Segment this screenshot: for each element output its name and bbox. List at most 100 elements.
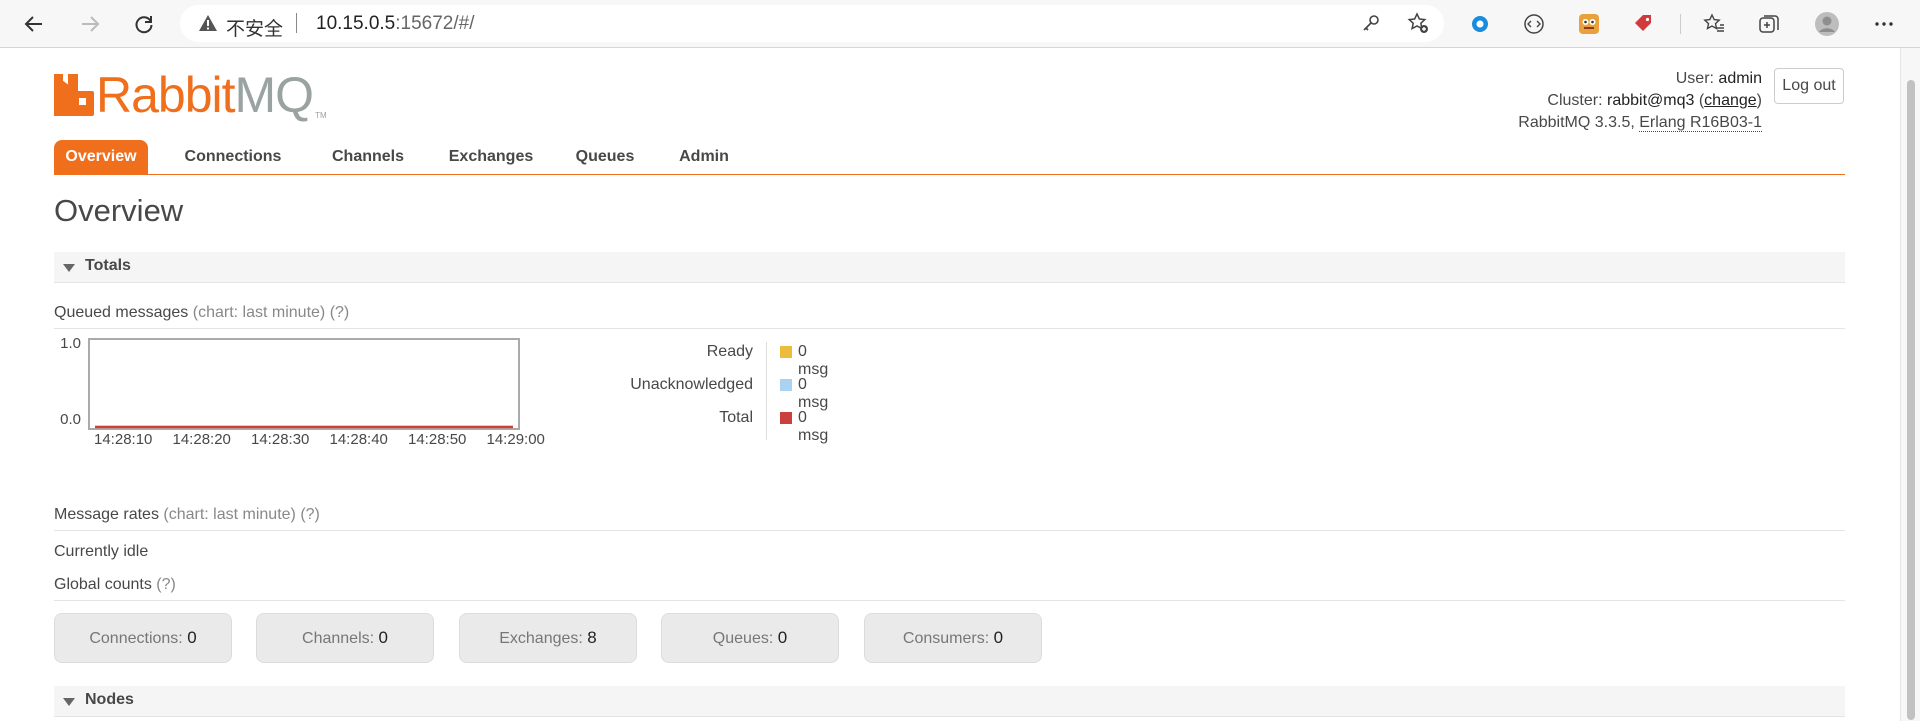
- tab-connections[interactable]: Connections: [174, 140, 292, 174]
- cluster-line: Cluster: rabbit@mq3 (change): [1547, 92, 1762, 109]
- tab-exchanges[interactable]: Exchanges: [444, 140, 538, 174]
- user-line: User: admin: [1518, 68, 1762, 90]
- tab-admin[interactable]: Admin: [672, 140, 736, 174]
- page-content: Rabbit MQ TM User: admin Cluster: rabbit@m…: [0, 48, 1900, 721]
- x-tick-label: 14:28:10: [94, 431, 152, 448]
- erlang-version: Erlang R16B03-1: [1639, 114, 1762, 132]
- logo-tm-text: TM: [315, 111, 327, 120]
- rabbitmq-logo-mark-icon: [54, 74, 94, 116]
- queued-help-link[interactable]: (?): [330, 304, 350, 321]
- back-button[interactable]: [18, 8, 50, 40]
- profile-button[interactable]: [1813, 10, 1841, 38]
- rates-help-link[interactable]: (?): [300, 506, 320, 523]
- collections-icon: [1759, 15, 1779, 33]
- totals-section-toggle[interactable]: Totals: [54, 252, 1845, 283]
- favorites-button[interactable]: [1700, 10, 1728, 38]
- count-exchanges-value: 8: [587, 628, 597, 647]
- tampermonkey-icon: [1579, 14, 1599, 34]
- password-key-button[interactable]: [1357, 9, 1385, 37]
- address-bar[interactable]: 不安全 10.15.0.5:15672/#/: [180, 5, 1444, 42]
- url-host: 10.15.0.5: [316, 13, 396, 34]
- logo-rabbit-text: Rabbit: [96, 67, 236, 123]
- extension-1-button[interactable]: [1466, 10, 1494, 38]
- cluster-change-link[interactable]: change: [1704, 92, 1757, 109]
- favorites-star-list-icon: [1703, 13, 1724, 32]
- totals-section-label: Totals: [85, 257, 131, 274]
- header-info: User: admin Cluster: rabbit@mq3 (change)…: [1518, 68, 1762, 134]
- global-counts-label: Global counts: [54, 576, 152, 593]
- global-counts-heading: Global counts (?): [54, 576, 1845, 601]
- legend-divider: [766, 342, 767, 440]
- tab-channels[interactable]: Channels: [324, 140, 412, 174]
- rabbitmq-logo: Rabbit MQ TM: [54, 70, 327, 120]
- chart-plot-area: [88, 338, 520, 430]
- extension-2-button[interactable]: [1520, 10, 1548, 38]
- back-arrow-icon: [24, 16, 42, 32]
- count-connections[interactable]: Connections: 0: [54, 613, 232, 663]
- message-rates-heading: Message rates (chart: last minute) (?): [54, 506, 1845, 531]
- security-label: 不安全: [226, 19, 284, 40]
- x-tick-label: 14:29:00: [487, 431, 545, 448]
- browser-toolbar: 不安全 10.15.0.5:15672/#/: [0, 0, 1920, 48]
- logout-button[interactable]: Log out: [1774, 68, 1844, 104]
- queued-messages-label: Queued messages: [54, 304, 189, 321]
- count-connections-label: Connections:: [89, 630, 183, 647]
- reload-button[interactable]: [128, 8, 160, 40]
- legend-swatch-unacknowledged: [780, 379, 792, 391]
- collections-button[interactable]: [1755, 10, 1783, 38]
- legend-label-total: Total: [719, 409, 753, 426]
- count-exchanges-label: Exchanges:: [499, 630, 583, 647]
- settings-more-button[interactable]: [1870, 10, 1898, 38]
- global-counts-help-link[interactable]: (?): [156, 576, 176, 593]
- address-separator: [296, 13, 297, 33]
- queued-chart-range-link[interactable]: (chart: last minute): [193, 304, 325, 321]
- legend-label-ready: Ready: [706, 343, 753, 360]
- queued-messages-heading: Queued messages (chart: last minute) (?): [54, 304, 1845, 329]
- count-exchanges[interactable]: Exchanges: 8: [459, 613, 637, 663]
- cluster-label: Cluster:: [1547, 92, 1603, 109]
- count-channels-value: 0: [378, 628, 388, 647]
- user-value: admin: [1718, 70, 1762, 87]
- more-dots-icon: [1875, 22, 1893, 26]
- scrollbar-thumb[interactable]: [1907, 80, 1915, 720]
- key-icon: [1363, 15, 1379, 31]
- count-channels[interactable]: Channels: 0: [256, 613, 434, 663]
- x-tick-label: 14:28:20: [173, 431, 231, 448]
- tab-queues[interactable]: Queues: [568, 140, 642, 174]
- count-queues-value: 0: [777, 628, 788, 647]
- star-add-icon: [1407, 12, 1428, 33]
- y-tick-bottom: 0.0: [60, 411, 81, 428]
- legend-value-total: 0 msg: [798, 409, 829, 444]
- count-consumers[interactable]: Consumers: 0: [864, 613, 1042, 663]
- count-connections-value: 0: [187, 628, 197, 647]
- add-favorite-button[interactable]: [1404, 9, 1432, 37]
- rates-chart-range-link[interactable]: (chart: last minute): [163, 506, 295, 523]
- extension-3-button[interactable]: [1575, 10, 1603, 38]
- avatar-icon: [1815, 12, 1839, 36]
- count-queues[interactable]: Queues: 0: [661, 613, 839, 663]
- url-text: 10.15.0.5:15672/#/: [316, 13, 475, 35]
- toolbar-divider: [1680, 14, 1681, 34]
- x-tick-label: 14:28:40: [330, 431, 388, 448]
- rabbitmq-version: RabbitMQ 3.3.5,: [1518, 114, 1635, 131]
- chart-x-ticks: 14:28:10 14:28:20 14:28:30 14:28:40 14:28:50…: [94, 431, 545, 448]
- tab-overview[interactable]: Overview: [54, 140, 148, 174]
- version-line: RabbitMQ 3.3.5, Erlang R16B03-1: [1518, 112, 1762, 134]
- code-circle-icon: [1524, 14, 1544, 34]
- count-channels-label: Channels:: [302, 630, 375, 647]
- nodes-section-toggle[interactable]: Nodes: [54, 686, 1845, 717]
- reload-icon: [135, 16, 153, 34]
- extension-4-button[interactable]: [1630, 10, 1658, 38]
- queued-messages-chart: 1.0 0.0 14:28:10 14:28:20 14:28:30 14:28:40…: [60, 338, 545, 448]
- url-path: :15672/#/: [395, 13, 475, 34]
- forward-button[interactable]: [74, 8, 106, 40]
- count-consumers-label: Consumers:: [902, 630, 990, 647]
- legend-swatch-ready: [780, 346, 792, 358]
- y-tick-top: 1.0: [60, 338, 81, 352]
- legend-label-unacknowledged: Unacknowledged: [630, 376, 753, 393]
- page-scrollbar[interactable]: [1900, 48, 1920, 721]
- forward-arrow-icon: [82, 16, 100, 32]
- extension-gear-icon: [1472, 16, 1488, 32]
- x-tick-label: 14:28:50: [408, 431, 466, 448]
- count-consumers-value: 0: [993, 628, 1004, 647]
